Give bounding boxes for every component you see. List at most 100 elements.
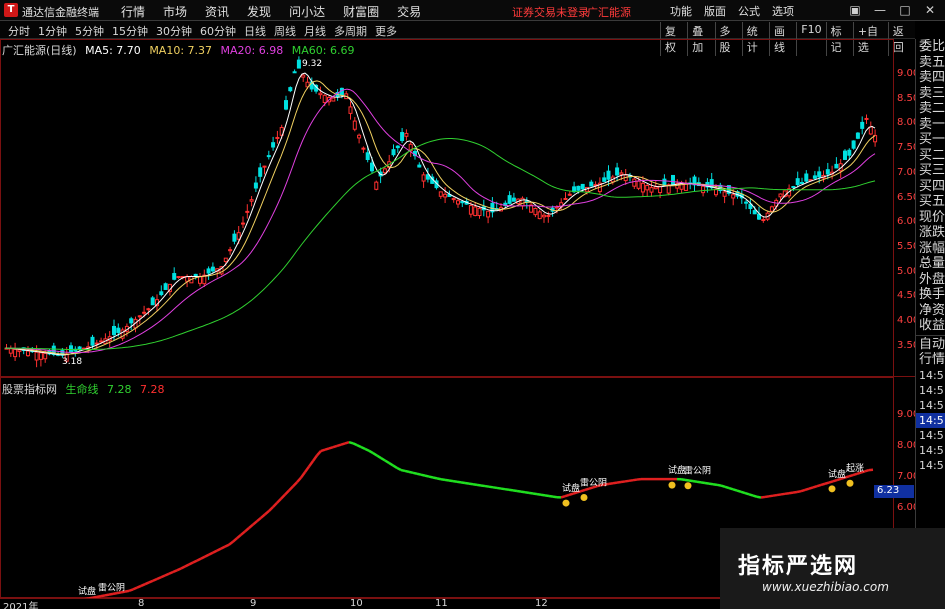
lifeline-segment <box>412 471 418 475</box>
tab-daily[interactable]: 日线 <box>240 23 270 39</box>
candle-body <box>701 185 706 194</box>
candle-body <box>253 182 258 189</box>
close-icon[interactable]: ✕ <box>919 2 941 18</box>
quote-panel: 委比 卖五 卖四 卖三 卖二 卖一 买一 买二 买三 买四 买五 现价 涨跌 涨幅 总量 外盘 换手 净资 收益 自… <box>915 39 945 609</box>
lifeline-segment <box>180 565 186 570</box>
lifeline-segment <box>368 449 374 455</box>
kline-panel[interactable]: 广汇能源(日线) MA5: 7.70 MA10: 7.37 MA20: 6.98… <box>0 39 919 377</box>
candle-body <box>546 214 551 217</box>
lifeline-segment <box>564 493 570 498</box>
lifeline-segment <box>740 490 746 495</box>
lifeline-segment <box>332 444 338 449</box>
lifeline-segment <box>692 479 698 483</box>
candle-body <box>580 183 585 190</box>
menu-market[interactable]: 市场 <box>154 3 196 20</box>
menu-formula[interactable]: 公式 <box>732 3 766 19</box>
minimize-icon[interactable]: — <box>869 2 891 18</box>
quote-field: 换手 <box>919 287 945 302</box>
lifeline-segment <box>848 473 854 478</box>
candle-body <box>210 266 215 272</box>
lifeline-value: 7.28 <box>107 383 132 396</box>
low-price-label: 3.18 <box>62 357 83 367</box>
tab-1min[interactable]: 1分钟 <box>34 23 71 39</box>
period-tabs: 分时 1分钟 5分钟 15分钟 30分钟 60分钟 日线 周线 月线 多周期 更… <box>4 23 401 39</box>
candle-body <box>451 198 456 201</box>
lifeline-segment <box>307 460 315 468</box>
menu-ask[interactable]: 问小达 <box>280 3 334 20</box>
login-status[interactable]: 证券交易未登录 <box>512 4 589 20</box>
lifeline-segment <box>760 495 766 499</box>
candle-body <box>339 87 344 96</box>
menu-wealth[interactable]: 财富圈 <box>334 3 388 20</box>
ma20-line <box>5 88 876 354</box>
candle-body <box>275 136 280 139</box>
tab-5min[interactable]: 5分钟 <box>71 23 108 39</box>
lifeline-segment <box>728 486 734 491</box>
menu-layout[interactable]: 版面 <box>698 3 732 19</box>
tab-60min[interactable]: 60分钟 <box>196 23 240 39</box>
lifeline-segment <box>384 459 390 465</box>
lifeline-segment <box>768 494 774 498</box>
candle-body <box>795 178 800 186</box>
menu-quotes[interactable]: 行情 <box>112 3 154 20</box>
lifeline-segment <box>464 481 470 485</box>
candle-body <box>473 206 478 217</box>
quote-field: 委比 <box>919 39 945 54</box>
tab-monthly[interactable]: 月线 <box>300 23 330 39</box>
menu-discover[interactable]: 发现 <box>238 3 280 20</box>
lifeline-segment <box>100 594 106 598</box>
candle-body <box>288 87 293 92</box>
lifeline-segment <box>580 488 586 493</box>
candle-body <box>370 162 374 172</box>
tab-15min[interactable]: 15分钟 <box>108 23 152 39</box>
lifeline-segment <box>376 454 382 460</box>
maximize-icon[interactable]: □ <box>894 2 916 18</box>
tick-time: 14:5 <box>919 368 944 382</box>
indicator-name[interactable]: 股票指标网 <box>2 383 57 396</box>
menu-functions[interactable]: 功能 <box>664 3 698 19</box>
candle-body <box>615 167 620 176</box>
lifeline-segment <box>168 570 174 575</box>
candle-body <box>223 257 228 263</box>
candle-body <box>589 181 594 187</box>
candle-body <box>507 195 512 204</box>
tab-weekly[interactable]: 周线 <box>270 23 300 39</box>
candle-body <box>172 273 177 280</box>
lifeline-segment <box>704 481 710 485</box>
main-legend: 广汇能源(日线) MA5: 7.70 MA10: 7.37 MA20: 6.98… <box>2 42 359 58</box>
lifeline-segment <box>536 492 542 496</box>
lifeline-segment <box>280 493 286 500</box>
candle-body <box>864 117 869 120</box>
candle-body <box>619 172 624 175</box>
candle-body <box>198 276 202 284</box>
menu-news[interactable]: 资讯 <box>196 3 238 20</box>
lifeline-segment <box>299 471 307 479</box>
tab-more[interactable]: 更多 <box>371 23 401 39</box>
lifeline-segment <box>780 492 786 496</box>
tab-auto[interactable]: 自动 <box>916 337 945 353</box>
candle-body <box>791 186 796 189</box>
menu-options[interactable]: 选项 <box>766 3 800 19</box>
lifeline-segment <box>624 479 630 483</box>
restore-window-icon[interactable]: ▣ <box>844 2 866 18</box>
kline-chart[interactable] <box>0 39 915 377</box>
lifeline-segment <box>784 491 790 496</box>
tick-time: 14:5 <box>919 428 944 442</box>
candle-body <box>563 197 568 200</box>
lifeline-segment <box>216 547 222 552</box>
lifeline-segment <box>792 490 798 494</box>
tab-multi-period[interactable]: 多周期 <box>330 23 371 39</box>
candle-body <box>731 194 736 199</box>
tab-30min[interactable]: 30分钟 <box>152 23 196 39</box>
lifeline-segment <box>484 484 490 488</box>
lifeline-segment <box>380 456 386 462</box>
lifeline-segment <box>788 491 794 495</box>
candle-body <box>284 100 288 110</box>
lifeline-segment <box>448 479 454 483</box>
menu-trade[interactable]: 交易 <box>388 3 430 20</box>
top-menu: 行情 市场 资讯 发现 问小达 财富圈 交易 <box>112 3 430 20</box>
signal-dot <box>846 479 854 487</box>
tab-quote[interactable]: 行情 <box>916 352 945 368</box>
tab-intraday[interactable]: 分时 <box>4 23 34 39</box>
candle-body <box>357 134 362 139</box>
